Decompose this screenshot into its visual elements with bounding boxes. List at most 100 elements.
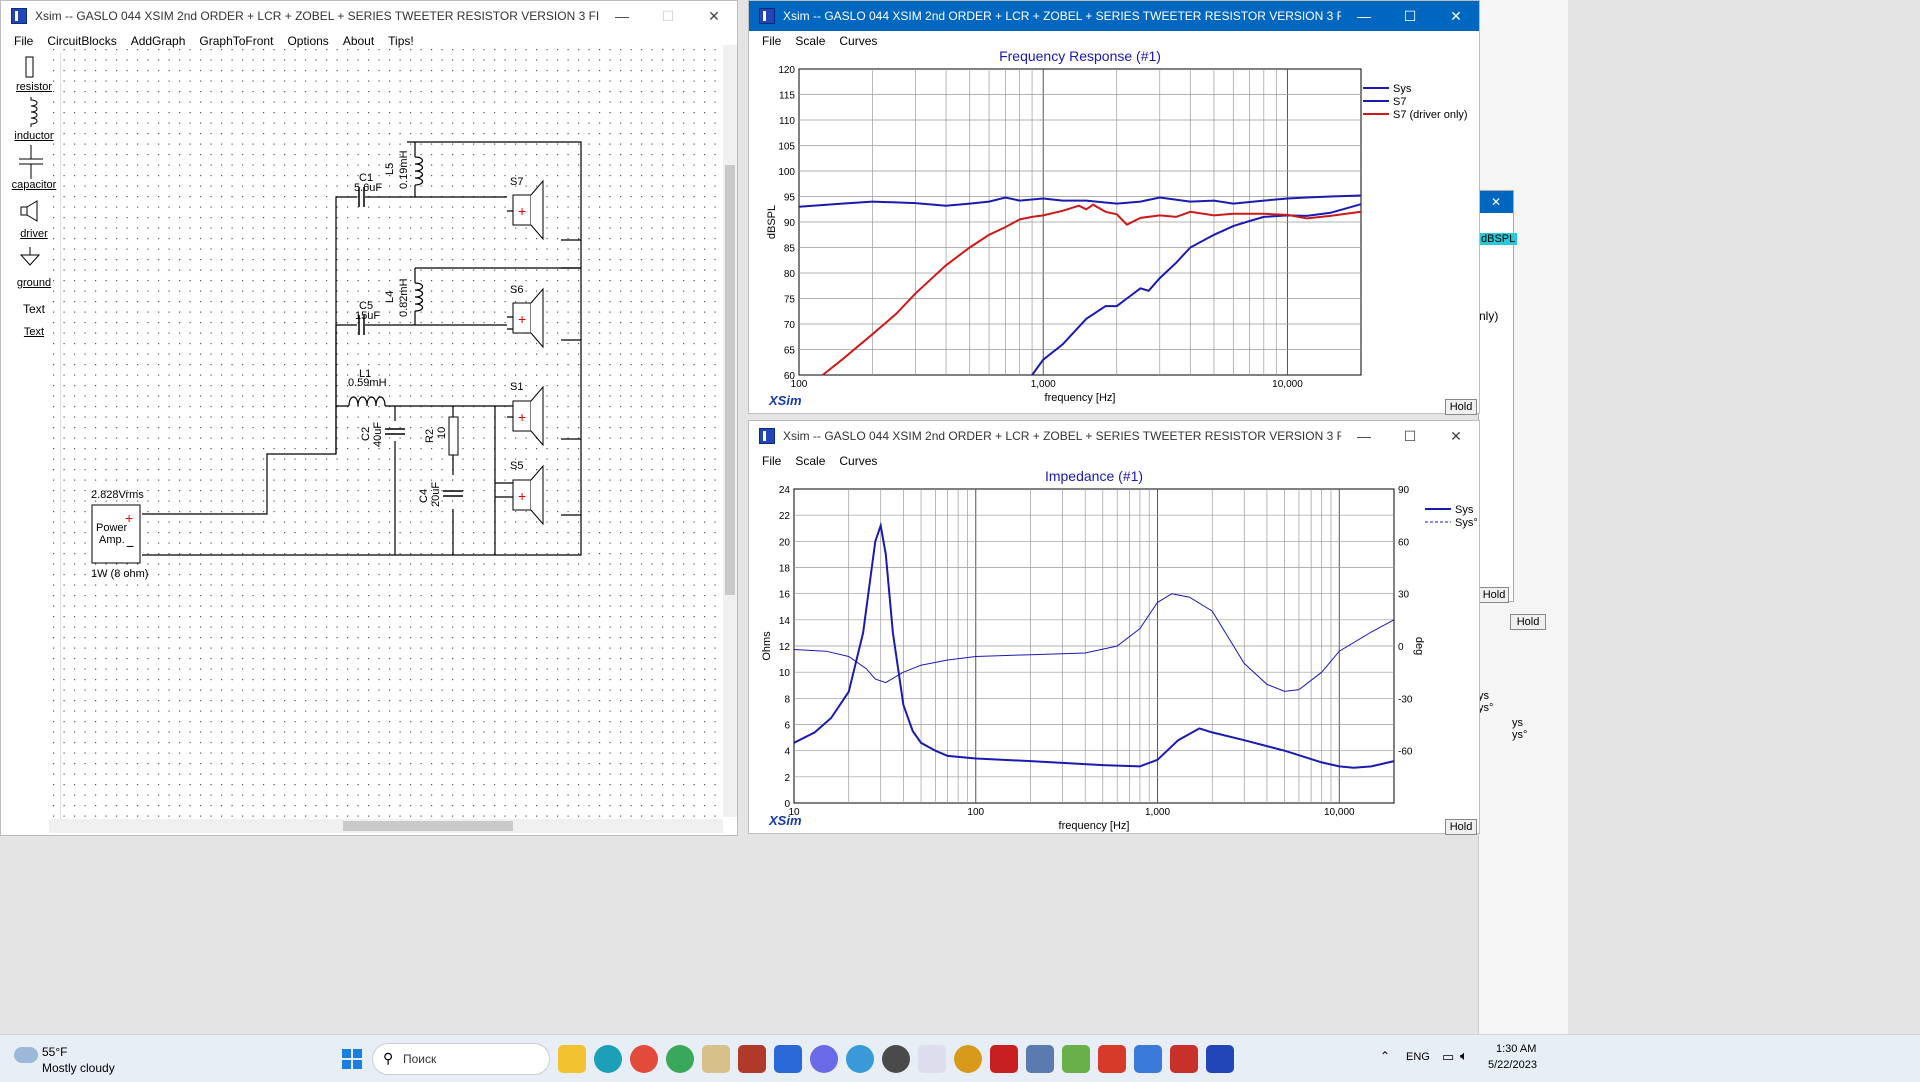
- schematic-titlebar: Xsim -- GASLO 044 XSIM 2nd ORDER + LCR +…: [1, 1, 737, 31]
- y-tick-label: 90: [784, 218, 796, 229]
- start-button[interactable]: [342, 1049, 362, 1069]
- y-tick-label: 95: [784, 193, 796, 204]
- minimize-button[interactable]: —: [1341, 428, 1387, 444]
- y-tick-label: 65: [784, 346, 796, 357]
- xsim-logo-icon: [11, 8, 27, 24]
- schematic-canvas[interactable]: + + + + +− C1 5.6uF L5 0.19mH S7 C5 15uF…: [49, 45, 723, 817]
- driver-icon[interactable]: [19, 199, 41, 223]
- y-tick-label: 12: [779, 642, 791, 653]
- y2-tick-label: 0: [1398, 642, 1404, 653]
- language-indicator[interactable]: ENG: [1406, 1051, 1430, 1063]
- ground-icon[interactable]: [19, 247, 41, 269]
- bg-dbspl-label: dBSPL: [1479, 233, 1518, 245]
- app-icon-note[interactable]: [918, 1045, 946, 1073]
- minimize-button[interactable]: —: [599, 8, 645, 24]
- fr-hold-button[interactable]: Hold: [1445, 399, 1477, 415]
- xsim-logo-icon: [759, 428, 775, 444]
- bg-text-ys: ys ys°: [1478, 690, 1494, 714]
- y2-tick-label: -30: [1398, 694, 1413, 705]
- weather-temp[interactable]: 55°F: [42, 1045, 67, 1059]
- maximize-button[interactable]: ☐: [645, 8, 691, 25]
- weather-status[interactable]: Mostly cloudy: [42, 1061, 115, 1075]
- calculator-icon[interactable]: [1026, 1045, 1054, 1073]
- horizontal-scrollbar[interactable]: [49, 819, 723, 833]
- search-box[interactable]: ⚲ Поиск: [372, 1043, 550, 1075]
- y-tick-label: 100: [778, 167, 795, 178]
- r2-label: R2: [424, 429, 436, 443]
- clock-time[interactable]: 1:30 AM: [1496, 1043, 1536, 1055]
- bg-hold-1[interactable]: Hold: [1479, 587, 1509, 603]
- app-icon-blue[interactable]: [1134, 1045, 1162, 1073]
- close-button[interactable]: ✕: [1433, 428, 1479, 445]
- close-button[interactable]: ✕: [691, 8, 737, 25]
- y-tick-label: 8: [784, 694, 790, 705]
- fr-window-title: Xsim -- GASLO 044 XSIM 2nd ORDER + LCR +…: [783, 9, 1341, 23]
- bg-hold-2[interactable]: Hold: [1510, 614, 1546, 630]
- capacitor-icon[interactable]: [17, 145, 45, 179]
- app-icon-red[interactable]: [990, 1045, 1018, 1073]
- close-button[interactable]: ✕: [1433, 8, 1479, 25]
- imp-hold-button[interactable]: Hold: [1445, 819, 1477, 835]
- xsim-taskbar-icon[interactable]: [1206, 1045, 1234, 1073]
- background-window-2: ✕ dBSPL nly) Hold: [1478, 190, 1518, 603]
- amp-power: 1W (8 ohm): [91, 568, 148, 580]
- maximize-button[interactable]: ☐: [1387, 8, 1433, 25]
- svg-text:+: +: [518, 203, 526, 219]
- notepad-icon[interactable]: [774, 1045, 802, 1073]
- resistor-icon[interactable]: [23, 55, 37, 79]
- c2-label: C2: [360, 427, 372, 441]
- inductor-icon[interactable]: [21, 97, 41, 127]
- app-icon-globe[interactable]: [846, 1045, 874, 1073]
- y-tick-label: 4: [784, 747, 790, 758]
- frequency-response-chart[interactable]: 6065707580859095100105110115120100 1,000 1…: [749, 45, 1479, 413]
- s7-label: S7: [510, 176, 523, 188]
- y2-tick-label: -60: [1398, 747, 1413, 758]
- minimize-button[interactable]: —: [1341, 8, 1387, 24]
- menu-file[interactable]: File: [14, 34, 33, 48]
- y-tick-label: 105: [778, 142, 795, 153]
- fr-titlebar: Xsim -- GASLO 044 XSIM 2nd ORDER + LCR +…: [749, 1, 1479, 31]
- discord-icon[interactable]: [810, 1045, 838, 1073]
- schematic-window: Xsim -- GASLO 044 XSIM 2nd ORDER + LCR +…: [0, 0, 738, 836]
- y-tick-label: 14: [779, 616, 791, 627]
- app-icon-tan[interactable]: [702, 1045, 730, 1073]
- file-explorer-icon[interactable]: [558, 1045, 586, 1073]
- app-icon-games[interactable]: [738, 1045, 766, 1073]
- app-icon-circle[interactable]: [954, 1045, 982, 1073]
- l4-label: L4: [384, 291, 396, 303]
- chart-title: Frequency Response (#1): [999, 48, 1161, 64]
- legend-label: S7: [1393, 96, 1406, 108]
- svg-text:+: +: [518, 488, 526, 504]
- s5-label: S5: [510, 460, 523, 472]
- chevron-up-icon[interactable]: ⌃: [1380, 1049, 1390, 1063]
- svg-text:−: −: [126, 538, 134, 554]
- volume-icon[interactable]: 🔈︎: [1460, 1048, 1468, 1064]
- x-axis-label: frequency [Hz]: [1059, 820, 1130, 832]
- chrome-icon[interactable]: [630, 1045, 658, 1073]
- app-icon-green[interactable]: [666, 1045, 694, 1073]
- x-tick-label: 1,000: [1031, 379, 1056, 390]
- maximize-button[interactable]: ☐: [1387, 428, 1433, 445]
- clock-date[interactable]: 5/22/2023: [1488, 1059, 1537, 1071]
- app-icon-pen[interactable]: [882, 1045, 910, 1073]
- y-tick-label: 10: [779, 668, 791, 679]
- l1-value: 0.59mH: [348, 377, 387, 389]
- svg-text:+: +: [518, 409, 526, 425]
- l4-value: 0.82mH: [398, 278, 410, 317]
- edge-icon[interactable]: [594, 1045, 622, 1073]
- impedance-chart[interactable]: 024681012141618202224-60-30030609010 100 1…: [749, 465, 1479, 833]
- s1-label: S1: [510, 381, 523, 393]
- y2-tick-label: 60: [1398, 537, 1410, 548]
- legend-label: Sys: [1393, 83, 1412, 95]
- weather-icon[interactable]: [14, 1047, 38, 1063]
- y-tick-label: 20: [779, 537, 791, 548]
- network-icon[interactable]: ▭: [1442, 1049, 1454, 1065]
- y-axis-label: dBSPL: [766, 205, 778, 239]
- vertical-scrollbar[interactable]: [723, 45, 737, 817]
- app-icon-blocks[interactable]: [1098, 1045, 1126, 1073]
- y-tick-label: 18: [779, 564, 791, 575]
- app-icon-multi[interactable]: [1170, 1045, 1198, 1073]
- search-placeholder: Поиск: [403, 1052, 437, 1066]
- app-icon-chart[interactable]: [1062, 1045, 1090, 1073]
- frequency-response-window: Xsim -- GASLO 044 XSIM 2nd ORDER + LCR +…: [748, 0, 1480, 415]
